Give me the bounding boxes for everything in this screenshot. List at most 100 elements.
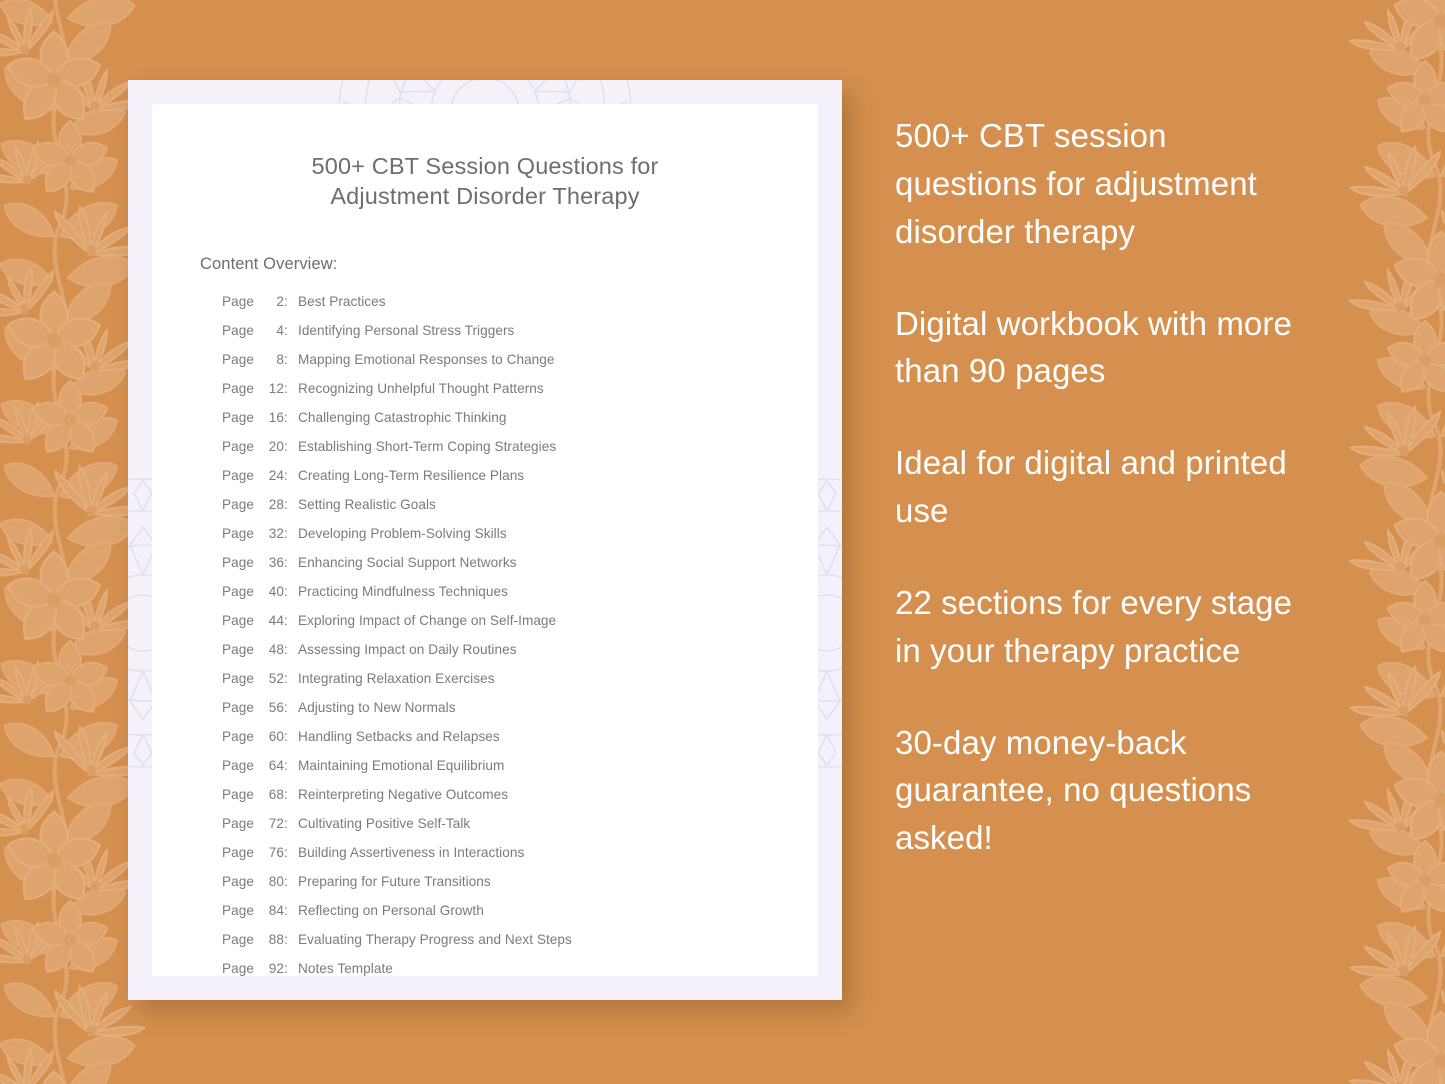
toc-page-number: 92 (268, 961, 284, 977)
toc-section-title: Challenging Catastrophic Thinking (298, 410, 507, 426)
toc-section-title: Building Assertiveness in Interactions (298, 845, 525, 861)
toc-section-title: Exploring Impact of Change on Self-Image (298, 613, 557, 629)
toc-entry: Page 16: Challenging Catastrophic Thinking (222, 410, 818, 439)
toc-colon: : (284, 816, 288, 832)
toc-page-word: Page (222, 874, 254, 890)
toc-entry: Page 52: Integrating Relaxation Exercises (222, 671, 818, 700)
toc-entry: Page 32: Developing Problem-Solving Skills (222, 526, 818, 555)
toc-entry: Page 84: Reflecting on Personal Growth (222, 903, 818, 932)
floral-vine-icon (1313, 0, 1445, 1084)
toc-entry: Page 4: Identifying Personal Stress Trigge… (222, 323, 818, 352)
toc-page-word: Page (222, 439, 254, 455)
toc-page-number: 28 (268, 497, 284, 513)
toc-colon: : (284, 700, 288, 716)
toc-section-title: Integrating Relaxation Exercises (298, 671, 495, 687)
toc-colon: : (284, 294, 288, 310)
toc-page-number: 40 (268, 584, 284, 600)
toc-colon: : (284, 961, 288, 977)
toc-entry: Page 80: Preparing for Future Transitions (222, 874, 818, 903)
toc-section-title: Adjusting to New Normals (298, 700, 456, 716)
toc-colon: : (284, 642, 288, 658)
toc-section-title: Creating Long-Term Resilience Plans (298, 468, 525, 484)
toc-section-title: Reflecting on Personal Growth (298, 903, 484, 919)
marketing-bullet: Digital workbook with more than 90 pages (895, 304, 1292, 390)
toc-page-word: Page (222, 758, 254, 774)
toc-colon: : (284, 381, 288, 397)
toc-colon: : (284, 323, 288, 339)
toc-page-word: Page (222, 729, 254, 745)
toc-section-title: Handling Setbacks and Relapses (298, 729, 500, 745)
toc-page-word: Page (222, 526, 254, 542)
marketing-bullet: 22 sections for every stage in your ther… (895, 583, 1293, 669)
toc-page-word: Page (222, 845, 254, 861)
toc-colon: : (284, 497, 288, 513)
toc-colon: : (284, 729, 288, 745)
toc-colon: : (284, 439, 288, 455)
toc-section-title: Evaluating Therapy Progress and Next Ste… (298, 932, 572, 948)
toc-page-number: 64 (268, 758, 284, 774)
toc-page-number: 80 (268, 874, 284, 890)
marketing-bullet: Ideal for digital and printed use (895, 444, 1287, 530)
toc-colon: : (284, 845, 288, 861)
toc-page-number: 24 (268, 468, 284, 484)
toc-page-number: 52 (268, 671, 284, 687)
toc-colon: : (284, 903, 288, 919)
toc-section-title: Reinterpreting Negative Outcomes (298, 787, 509, 803)
toc-entry: Page 76: Building Assertiveness in Interac… (222, 845, 818, 874)
toc-section-title: Mapping Emotional Responses to Change (298, 352, 555, 368)
workbook-preview-card: 500+ CBT Session Questions for Adjustmen… (128, 80, 842, 1000)
toc-section-title: Assessing Impact on Daily Routines (298, 642, 517, 658)
marketing-bullets: 500+ CBT session questions for adjustmen… (895, 112, 1315, 862)
toc-page-number: 88 (268, 932, 284, 948)
toc-section-title: Enhancing Social Support Networks (298, 555, 517, 571)
marketing-bullet: 30-day money-back guarantee, no question… (895, 723, 1252, 857)
toc-colon: : (284, 787, 288, 803)
toc-section-title: Identifying Personal Stress Triggers (298, 323, 515, 339)
toc-page-word: Page (222, 903, 254, 919)
toc-section-title: Setting Realistic Goals (298, 497, 436, 513)
toc-page-number: 12 (268, 381, 284, 397)
toc-colon: : (284, 526, 288, 542)
toc-section-title: Preparing for Future Transitions (298, 874, 491, 890)
toc-entry: Page 60: Handling Setbacks and Relapses (222, 729, 818, 758)
toc-page-word: Page (222, 642, 254, 658)
page-title: 500+ CBT Session Questions for Adjustmen… (311, 153, 659, 209)
toc-entry: Page 68: Reinterpreting Negative Outcomes (222, 787, 818, 816)
toc-page-number: 56 (268, 700, 284, 716)
toc-page-word: Page (222, 700, 254, 716)
toc-page-number: 68 (268, 787, 284, 803)
toc-entry: Page 24: Creating Long-Term Resilience Pla… (222, 468, 818, 497)
toc-entry: Page 28: Setting Realistic Goals (222, 497, 818, 526)
content-overview-label: Content Overview: (200, 255, 338, 274)
toc-page-word: Page (222, 294, 254, 310)
toc-page-number: 20 (268, 439, 284, 455)
toc-colon: : (284, 468, 288, 484)
toc-entry: Page 8: Mapping Emotional Responses to Cha… (222, 352, 818, 381)
toc-section-title: Recognizing Unhelpful Thought Patterns (298, 381, 544, 397)
toc-colon: : (284, 613, 288, 629)
toc-page-number: 72 (268, 816, 284, 832)
toc-colon: : (284, 874, 288, 890)
toc-colon: : (284, 410, 288, 426)
toc-page-number: 16 (268, 410, 284, 426)
toc-page-number: 4 (276, 323, 284, 339)
marketing-bullet: 500+ CBT session questions for adjustmen… (895, 117, 1257, 250)
toc-colon: : (284, 584, 288, 600)
toc-section-title: Practicing Mindfulness Techniques (298, 584, 508, 600)
toc-page-number: 44 (268, 613, 284, 629)
toc-page-number: 48 (268, 642, 284, 658)
toc-entry: Page 72: Cultivating Positive Self-Talk (222, 816, 818, 845)
toc-entry: Page 2: Best Practices (222, 294, 818, 323)
toc-entry: Page 56: Adjusting to New Normals (222, 700, 818, 729)
toc-page-number: 60 (268, 729, 284, 745)
toc-entry: Page 12: Recognizing Unhelpful Thought Pat… (222, 381, 818, 410)
toc-entry: Page 44: Exploring Impact of Change on Sel… (222, 613, 818, 642)
toc-section-title: Developing Problem-Solving Skills (298, 526, 507, 542)
toc-colon: : (284, 671, 288, 687)
toc-page-word: Page (222, 932, 254, 948)
toc-page-word: Page (222, 381, 254, 397)
toc-page-number: 84 (268, 903, 284, 919)
toc-section-title: Maintaining Emotional Equilibrium (298, 758, 505, 774)
toc-section-title: Best Practices (298, 294, 386, 310)
toc-colon: : (284, 555, 288, 571)
